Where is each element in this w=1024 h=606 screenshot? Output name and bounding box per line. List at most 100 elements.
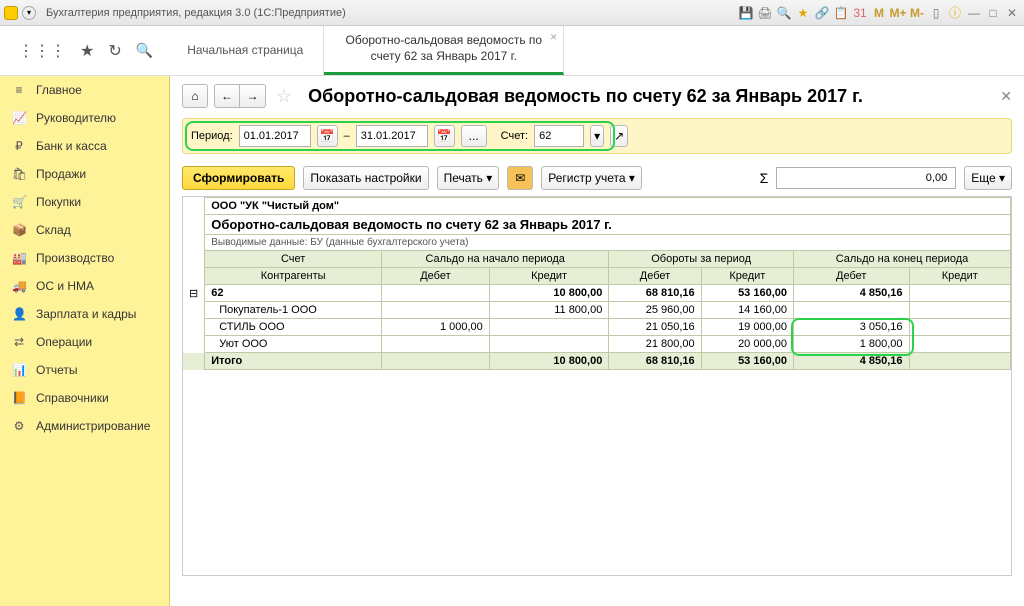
tab-report[interactable]: Оборотно-сальдовая ведомость по счету 62… xyxy=(324,26,564,75)
calendar-icon[interactable]: 31 xyxy=(852,5,868,21)
account-dropdown-icon[interactable]: ▾ xyxy=(590,125,604,147)
sidebar-icon: 📦 xyxy=(12,223,26,237)
period-dash: – xyxy=(344,130,350,142)
form-button[interactable]: Сформировать xyxy=(182,166,295,190)
sidebar-icon: 📊 xyxy=(12,363,26,377)
date-from-picker-icon[interactable]: 📅 xyxy=(317,125,338,147)
col-saldo-end: Сальдо на конец периода xyxy=(794,251,1011,268)
sidebar-icon: ≡ xyxy=(12,83,26,97)
col-snc: Кредит xyxy=(489,268,609,285)
table-row[interactable]: ⊟ 62 10 800,00 68 810,16 53 160,00 4 850… xyxy=(183,285,1011,302)
page-close-button[interactable]: ✕ xyxy=(1000,88,1012,105)
sidebar-item-label: Покупки xyxy=(36,195,81,209)
sidebar-icon: ⚙ xyxy=(12,419,26,433)
minimize-icon[interactable]: — xyxy=(966,5,982,21)
m-plus-icon[interactable]: M+ xyxy=(890,5,906,21)
report-output-info: Выводимые данные: БУ (данные бухгалтерск… xyxy=(205,235,1011,251)
sidebar-item-9[interactable]: ⇄Операции xyxy=(0,328,169,356)
period-select-button[interactable]: ... xyxy=(461,125,487,147)
sidebar-item-3[interactable]: 🛍Продажи xyxy=(0,160,169,188)
sidebar-item-label: Справочники xyxy=(36,391,109,405)
print-button[interactable]: Печать ▾ xyxy=(437,166,500,190)
col-sec: Кредит xyxy=(909,268,1010,285)
register-button[interactable]: Регистр учета ▾ xyxy=(541,166,642,190)
sidebar-icon: 🏭 xyxy=(12,251,26,265)
m-icon[interactable]: M xyxy=(871,5,887,21)
collapse-handle[interactable] xyxy=(183,319,205,336)
sidebar-item-7[interactable]: 🚚 ОС и НМА xyxy=(0,272,169,300)
report-title: Оборотно-сальдовая ведомость по счету 62… xyxy=(205,215,1011,235)
sidebar-item-0[interactable]: ≡Главное xyxy=(0,76,169,104)
table-total-row: Итого10 800,00 68 810,1653 160,00 4 850,… xyxy=(183,353,1011,370)
clipboard-icon[interactable]: 📋 xyxy=(833,5,849,21)
sidebar-item-label: Руководителю xyxy=(36,111,116,125)
history-icon[interactable]: ↻ xyxy=(108,41,121,61)
tab-bar: ⋮⋮⋮ ★ ↻ 🔍 Начальная страница Оборотно-са… xyxy=(0,26,1024,76)
link-icon[interactable]: 🔗 xyxy=(814,5,830,21)
email-button[interactable]: ✉ xyxy=(507,166,533,190)
search-icon[interactable]: 🔍 xyxy=(776,5,792,21)
favorite-star-icon[interactable]: ☆ xyxy=(276,86,292,107)
sidebar-item-1[interactable]: 📈 Руководителю xyxy=(0,104,169,132)
col-oc: Кредит xyxy=(701,268,793,285)
collapse-handle[interactable] xyxy=(183,302,205,319)
col-saldo-start: Сальдо на начало периода xyxy=(382,251,609,268)
sidebar-item-6[interactable]: 🏭 Производство xyxy=(0,244,169,272)
sidebar-item-8[interactable]: 👤Зарплата и кадры xyxy=(0,300,169,328)
sidebar-icon: 🚚 xyxy=(12,279,26,293)
table-row[interactable]: Покупатель-1 ООО 11 800,00 25 960,00 14 … xyxy=(183,302,1011,319)
sidebar-item-10[interactable]: 📊Отчеты xyxy=(0,356,169,384)
find-icon[interactable]: 🔍 xyxy=(136,42,153,59)
collapse-handle[interactable]: ⊟ xyxy=(183,285,205,302)
forward-button[interactable]: → xyxy=(240,84,266,108)
sidebar-item-label: Производство xyxy=(36,251,114,265)
sidebar-item-2[interactable]: ₽Банк и касса xyxy=(0,132,169,160)
period-label: Период: xyxy=(191,130,233,142)
app-logo-icon xyxy=(4,6,18,20)
maximize-icon[interactable]: □ xyxy=(985,5,1001,21)
m-minus-icon[interactable]: M- xyxy=(909,5,925,21)
back-button[interactable]: ← xyxy=(214,84,240,108)
sidebar-icon: ₽ xyxy=(12,139,26,153)
sum-field[interactable] xyxy=(776,167,956,189)
home-button[interactable]: ⌂ xyxy=(182,84,208,108)
dropdown-icon[interactable]: ▾ xyxy=(22,6,36,20)
panel-icon[interactable]: ▯ xyxy=(928,5,944,21)
tab-close-icon[interactable]: ✕ xyxy=(550,32,558,44)
sidebar-item-label: Зарплата и кадры xyxy=(36,307,136,321)
col-turnover: Обороты за период xyxy=(609,251,794,268)
sidebar-item-11[interactable]: 📙Справочники xyxy=(0,384,169,412)
print-icon[interactable]: 🖨 xyxy=(757,5,773,21)
account-open-icon[interactable]: ↗ xyxy=(610,125,628,147)
sidebar-item-label: Операции xyxy=(36,335,92,349)
account-field[interactable] xyxy=(534,125,584,147)
save-icon[interactable]: 💾 xyxy=(738,5,754,21)
star-icon[interactable]: ★ xyxy=(795,5,811,21)
table-row[interactable]: Уют ООО 21 800,00 20 000,00 1 800,00 xyxy=(183,336,1011,353)
table-row[interactable]: СТИЛЬ ООО 1 000,00 21 050,16 19 000,00 3… xyxy=(183,319,1011,336)
collapse-handle[interactable] xyxy=(183,336,205,353)
sidebar-icon: 📈 xyxy=(12,111,26,125)
date-to-picker-icon[interactable]: 📅 xyxy=(434,125,455,147)
sidebar-item-label: ОС и НМА xyxy=(36,279,94,293)
close-icon[interactable]: ✕ xyxy=(1004,5,1020,21)
apps-icon[interactable]: ⋮⋮⋮ xyxy=(18,41,66,61)
action-bar: Сформировать Показать настройки Печать ▾… xyxy=(182,166,1012,190)
date-to-field[interactable] xyxy=(356,125,428,147)
sidebar-item-12[interactable]: ⚙Администрирование xyxy=(0,412,169,440)
page-title: Оборотно-сальдовая ведомость по счету 62… xyxy=(308,86,863,107)
favorite-icon[interactable]: ★ xyxy=(80,41,94,61)
info-icon[interactable]: ⓘ xyxy=(947,5,963,21)
col-od: Дебет xyxy=(609,268,701,285)
date-from-field[interactable] xyxy=(239,125,311,147)
tab-start-page[interactable]: Начальная страница xyxy=(167,26,324,75)
col-account: Счет xyxy=(205,251,382,268)
sidebar-item-4[interactable]: 🛒Покупки xyxy=(0,188,169,216)
report-area[interactable]: ООО "УК "Чистый дом"Оборотно-сальдовая в… xyxy=(182,196,1012,576)
show-settings-button[interactable]: Показать настройки xyxy=(303,166,428,190)
sidebar-item-label: Продажи xyxy=(36,167,86,181)
more-button[interactable]: Еще ▾ xyxy=(964,166,1012,190)
sidebar-item-5[interactable]: 📦Склад xyxy=(0,216,169,244)
report-org: ООО "УК "Чистый дом" xyxy=(205,198,1011,215)
col-sed: Дебет xyxy=(794,268,910,285)
